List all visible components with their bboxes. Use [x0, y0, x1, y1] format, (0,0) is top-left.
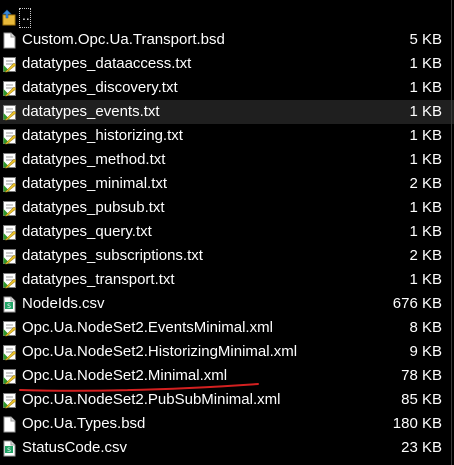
file-size: 23 KB — [401, 439, 442, 456]
text-file-icon — [2, 152, 17, 169]
xml-file-icon — [2, 344, 17, 361]
file-row[interactable]: datatypes_discovery.txt 1 KB — [0, 76, 454, 100]
pane-right-border — [451, 0, 452, 465]
file-name: datatypes_method.txt — [22, 151, 166, 168]
file-name: Opc.Ua.NodeSet2.PubSubMinimal.xml — [22, 391, 281, 408]
csv-file-icon: S — [2, 296, 17, 313]
blank-file-icon — [2, 32, 17, 49]
text-file-icon — [2, 128, 17, 145]
file-row[interactable]: datatypes_pubsub.txt 1 KB — [0, 196, 454, 220]
file-row[interactable]: datatypes_transport.txt 1 KB — [0, 268, 454, 292]
file-name: Custom.Opc.Ua.Transport.bsd — [22, 31, 225, 48]
xml-file-icon — [2, 368, 17, 385]
file-name: datatypes_discovery.txt — [22, 79, 178, 96]
file-name: NodeIds.csv — [22, 295, 105, 312]
file-size: 1 KB — [409, 55, 442, 72]
file-row[interactable]: Opc.Ua.Types.bsd 180 KB — [0, 412, 454, 436]
file-size: 1 KB — [409, 151, 442, 168]
file-row[interactable]: datatypes_query.txt 1 KB — [0, 220, 454, 244]
file-name: datatypes_subscriptions.txt — [22, 247, 203, 264]
text-file-icon — [2, 80, 17, 97]
text-file-icon — [2, 104, 17, 121]
file-name: datatypes_dataaccess.txt — [22, 55, 192, 72]
file-row[interactable]: Custom.Opc.Ua.Transport.bsd 5 KB — [0, 28, 454, 52]
file-name: Opc.Ua.NodeSet2.EventsMinimal.xml — [22, 319, 273, 336]
file-size: 9 KB — [409, 343, 442, 360]
parent-folder-row[interactable]: .. — [0, 4, 454, 28]
file-size: 1 KB — [409, 199, 442, 216]
file-list: .. Custom.Opc.Ua.Transport.bsd 5 KB dataty… — [0, 4, 454, 460]
file-name: datatypes_events.txt — [22, 103, 160, 120]
file-row[interactable]: datatypes_method.txt 1 KB — [0, 148, 454, 172]
file-name: StatusCode.csv — [22, 439, 128, 456]
file-size: 1 KB — [409, 79, 442, 96]
file-name: Opc.Ua.NodeSet2.Minimal.xml — [22, 367, 228, 384]
file-row[interactable]: Opc.Ua.NodeSet2.HistorizingMinimal.xml 9 … — [0, 340, 454, 364]
file-row[interactable]: datatypes_minimal.txt 2 KB — [0, 172, 454, 196]
file-name: Opc.Ua.NodeSet2.HistorizingMinimal.xml — [22, 343, 298, 360]
text-file-icon — [2, 176, 17, 193]
file-size: 1 KB — [409, 223, 442, 240]
xml-file-icon — [2, 392, 17, 409]
file-size: 8 KB — [409, 319, 442, 336]
file-row[interactable]: Opc.Ua.NodeSet2.Minimal.xml 78 KB — [0, 364, 454, 388]
csv-file-icon: S — [2, 440, 17, 457]
file-name: datatypes_query.txt — [22, 223, 152, 240]
file-size: 5 KB — [409, 31, 442, 48]
file-size: 676 KB — [392, 295, 442, 312]
text-file-icon — [2, 272, 17, 289]
file-size: 2 KB — [409, 247, 442, 264]
file-name: datatypes_transport.txt — [22, 271, 175, 288]
file-size: 1 KB — [409, 127, 442, 144]
text-file-icon — [2, 56, 17, 73]
blank-file-icon — [2, 416, 17, 433]
text-file-icon — [2, 224, 17, 241]
file-row[interactable]: S StatusCode.csv 23 KB — [0, 436, 454, 460]
file-size: 2 KB — [409, 175, 442, 192]
file-size: 180 KB — [392, 415, 442, 432]
file-row[interactable]: S NodeIds.csv 676 KB — [0, 292, 454, 316]
file-row[interactable]: datatypes_historizing.txt 1 KB — [0, 124, 454, 148]
parent-folder-label: .. — [22, 7, 30, 23]
file-row[interactable]: datatypes_subscriptions.txt 2 KB — [0, 244, 454, 268]
file-name: datatypes_minimal.txt — [22, 175, 168, 192]
up-folder-icon — [2, 9, 16, 26]
file-row[interactable]: Opc.Ua.NodeSet2.PubSubMinimal.xml 85 KB — [0, 388, 454, 412]
file-size: 1 KB — [409, 271, 442, 288]
file-size: 85 KB — [401, 391, 442, 408]
file-size: 78 KB — [401, 367, 442, 384]
file-size: 1 KB — [409, 103, 442, 120]
file-row[interactable]: datatypes_events.txt 1 KB — [0, 100, 454, 124]
file-name: datatypes_pubsub.txt — [22, 199, 165, 216]
file-name: datatypes_historizing.txt — [22, 127, 183, 144]
text-file-icon — [2, 200, 17, 217]
svg-text:S: S — [7, 447, 11, 454]
file-row[interactable]: datatypes_dataaccess.txt 1 KB — [0, 52, 454, 76]
file-row[interactable]: Opc.Ua.NodeSet2.EventsMinimal.xml 8 KB — [0, 316, 454, 340]
xml-file-icon — [2, 320, 17, 337]
svg-text:S: S — [7, 303, 11, 310]
file-name: Opc.Ua.Types.bsd — [22, 415, 146, 432]
text-file-icon — [2, 248, 17, 265]
